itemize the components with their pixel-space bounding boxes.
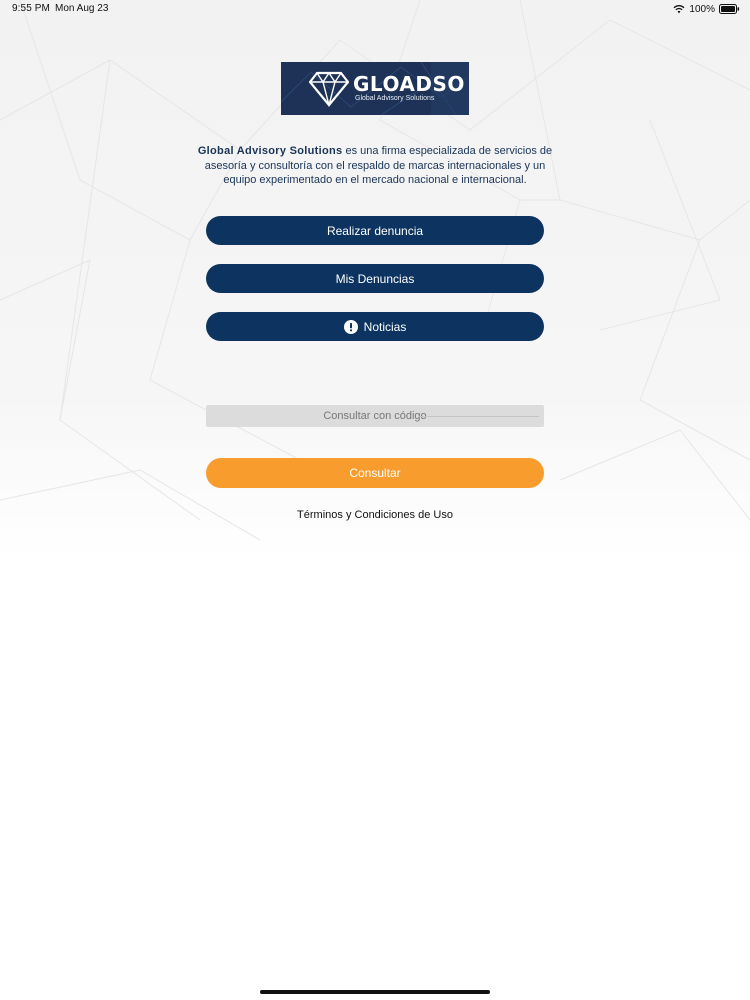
consult-button-label: Consultar — [349, 466, 401, 480]
home-indicator[interactable] — [260, 990, 490, 994]
alert-circle-icon — [343, 319, 358, 334]
consult-button[interactable]: Consultar — [206, 458, 544, 488]
my-reports-button-label: Mis Denuncias — [335, 271, 415, 286]
news-button[interactable]: Noticias — [206, 312, 544, 341]
company-description: Global Advisory Solutions es una firma e… — [190, 144, 560, 188]
my-reports-button[interactable]: Mis Denuncias — [206, 264, 544, 293]
status-bar: 9:55 PM Mon Aug 23 100% — [0, 0, 750, 18]
status-indicators: 100% — [673, 2, 740, 16]
company-name: Global Advisory Solutions — [197, 145, 343, 157]
battery-percentage: 100% — [689, 3, 715, 15]
company-logo: GLOADSO Global Advisory Solutions — [281, 62, 469, 115]
diamond-icon — [309, 71, 349, 107]
code-input-placeholder: Consultar con código — [323, 410, 427, 422]
code-input-underline — [418, 416, 539, 417]
logo-tagline: Global Advisory Solutions — [355, 95, 435, 102]
main-content: GLOADSO Global Advisory Solutions Global… — [0, 0, 750, 1000]
report-button-label: Realizar denuncia — [326, 223, 424, 238]
news-button-label: Noticias — [363, 319, 407, 334]
status-date: Mon Aug 23 — [55, 3, 109, 14]
terms-link[interactable]: Términos y Condiciones de Uso — [206, 509, 544, 521]
status-time: 9:55 PM — [12, 3, 50, 14]
wifi-icon — [673, 5, 685, 14]
battery-icon — [719, 4, 740, 14]
logo-wordmark: GLOADSO — [353, 72, 465, 96]
report-button[interactable]: Realizar denuncia — [206, 216, 544, 245]
